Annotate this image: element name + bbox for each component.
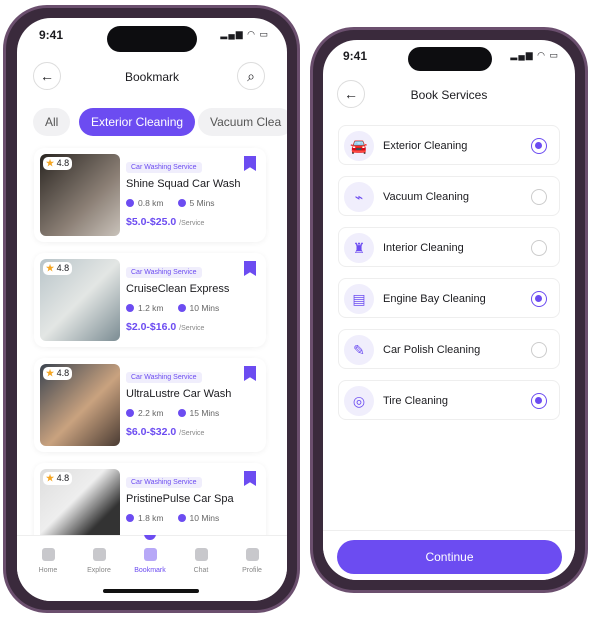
status-icons: ▂▄▆ ◠ ▭ — [510, 50, 559, 60]
nav-home[interactable]: Home — [23, 548, 73, 574]
clock-icon — [177, 409, 186, 417]
chat-icon — [194, 548, 208, 561]
price: $2.0-$16.0 /Service — [126, 321, 205, 333]
status-icons: ▂▄▆ ◠ ▭ — [220, 29, 269, 39]
service-option[interactable]: ✎ Car Polish Cleaning — [338, 329, 560, 369]
price: $5.0-$25.0 /Service — [126, 216, 205, 228]
location-pin-icon — [126, 304, 134, 312]
service-tag: Car Washing Service — [126, 372, 202, 383]
service-radio[interactable] — [531, 138, 547, 154]
nav-profile[interactable]: Profile — [227, 548, 277, 574]
bookmark-card[interactable]: ★ 4.8 Car Washing Service Shine Squad Ca… — [34, 148, 266, 242]
distance: 0.8 km — [126, 198, 164, 208]
search-button[interactable]: ⌕ — [237, 62, 265, 90]
star-icon: ★ — [46, 473, 55, 483]
car-wash-icon: 🚘 — [344, 131, 374, 161]
clock-icon — [177, 304, 186, 312]
filter-exterior-cleaning[interactable]: Exterior Cleaning — [79, 108, 196, 136]
service-radio[interactable] — [531, 342, 547, 358]
home-icon — [41, 548, 55, 561]
home-indicator — [103, 589, 199, 593]
service-radio[interactable] — [531, 240, 547, 256]
car-wash-photo: ★ 4.8 — [40, 154, 120, 236]
car-wash-photo: ★ 4.8 — [40, 259, 120, 341]
service-radio[interactable] — [531, 291, 547, 307]
star-icon: ★ — [46, 368, 55, 378]
rating-badge: ★ 4.8 — [43, 262, 73, 275]
nav-bookmark[interactable]: Bookmark — [125, 548, 175, 574]
nav-explore[interactable]: Explore — [74, 548, 124, 574]
bookmark-icon[interactable] — [244, 261, 256, 276]
service-radio[interactable] — [531, 393, 547, 409]
dynamic-island — [107, 26, 197, 52]
filter-all[interactable]: All — [33, 108, 71, 136]
location-pin-icon — [126, 409, 134, 417]
rating-badge: ★ 4.8 — [43, 367, 73, 380]
business-name: UltraLustre Car Wash — [126, 388, 232, 400]
search-icon: ⌕ — [247, 67, 255, 84]
filter-overflow: Vacuum Clea — [198, 108, 287, 136]
bookmark-icon[interactable] — [244, 471, 256, 486]
bookmark-card[interactable]: ★ 4.8 Car Washing Service UltraLustre Ca… — [34, 358, 266, 452]
service-radio[interactable] — [531, 189, 547, 205]
car-seat-icon: ♜ — [344, 233, 374, 263]
service-option[interactable]: ◎ Tire Cleaning — [338, 380, 560, 420]
duration: 5 Mins — [177, 198, 215, 208]
duration: 10 Mins — [177, 303, 219, 313]
status-time: 9:41 — [343, 49, 368, 63]
service-tag: Car Washing Service — [126, 477, 202, 488]
business-name: PristinePulse Car Spa — [126, 493, 234, 505]
vacuum-icon: ⌁ — [344, 182, 374, 212]
profile-icon — [245, 548, 259, 561]
dynamic-island — [408, 47, 492, 71]
tire-icon: ◎ — [344, 386, 374, 416]
filter-vacuum-cleaning[interactable]: Vacuum Clea — [198, 108, 287, 136]
star-icon: ★ — [46, 158, 55, 168]
bookmark-icon — [143, 548, 157, 561]
rating-badge: ★ 4.8 — [43, 472, 73, 485]
polish-icon: ✎ — [344, 335, 374, 365]
service-option[interactable]: 🚘 Exterior Cleaning — [338, 125, 560, 165]
duration: 10 Mins — [177, 513, 219, 523]
active-indicator — [144, 535, 156, 540]
service-tag: Car Washing Service — [126, 162, 202, 173]
bookmark-icon[interactable] — [244, 366, 256, 381]
star-icon: ★ — [46, 263, 55, 273]
distance: 1.2 km — [126, 303, 164, 313]
explore-icon — [92, 548, 106, 561]
bookmark-icon[interactable] — [244, 156, 256, 171]
engine-icon: ▤ — [344, 284, 374, 314]
service-option[interactable]: ▤ Engine Bay Cleaning — [338, 278, 560, 318]
location-pin-icon — [126, 514, 134, 522]
business-name: CruiseClean Express — [126, 283, 230, 295]
distance: 1.8 km — [126, 513, 164, 523]
clock-icon — [177, 199, 186, 207]
location-pin-icon — [126, 199, 134, 207]
duration: 15 Mins — [177, 408, 219, 418]
clock-icon — [177, 514, 186, 522]
distance: 2.2 km — [126, 408, 164, 418]
car-wash-photo: ★ 4.8 — [40, 364, 120, 446]
status-time: 9:41 — [39, 28, 64, 42]
service-option[interactable]: ⌁ Vacuum Cleaning — [338, 176, 560, 216]
bookmark-card[interactable]: ★ 4.8 Car Washing Service CruiseClean Ex… — [34, 253, 266, 347]
nav-chat[interactable]: Chat — [176, 548, 226, 574]
business-name: Shine Squad Car Wash — [126, 178, 241, 190]
rating-badge: ★ 4.8 — [43, 157, 73, 170]
page-title: Book Services — [410, 88, 488, 102]
continue-button[interactable]: Continue — [337, 540, 562, 574]
service-option[interactable]: ♜ Interior Cleaning — [338, 227, 560, 267]
service-tag: Car Washing Service — [126, 267, 202, 278]
price: $6.0-$32.0 /Service — [126, 426, 205, 438]
